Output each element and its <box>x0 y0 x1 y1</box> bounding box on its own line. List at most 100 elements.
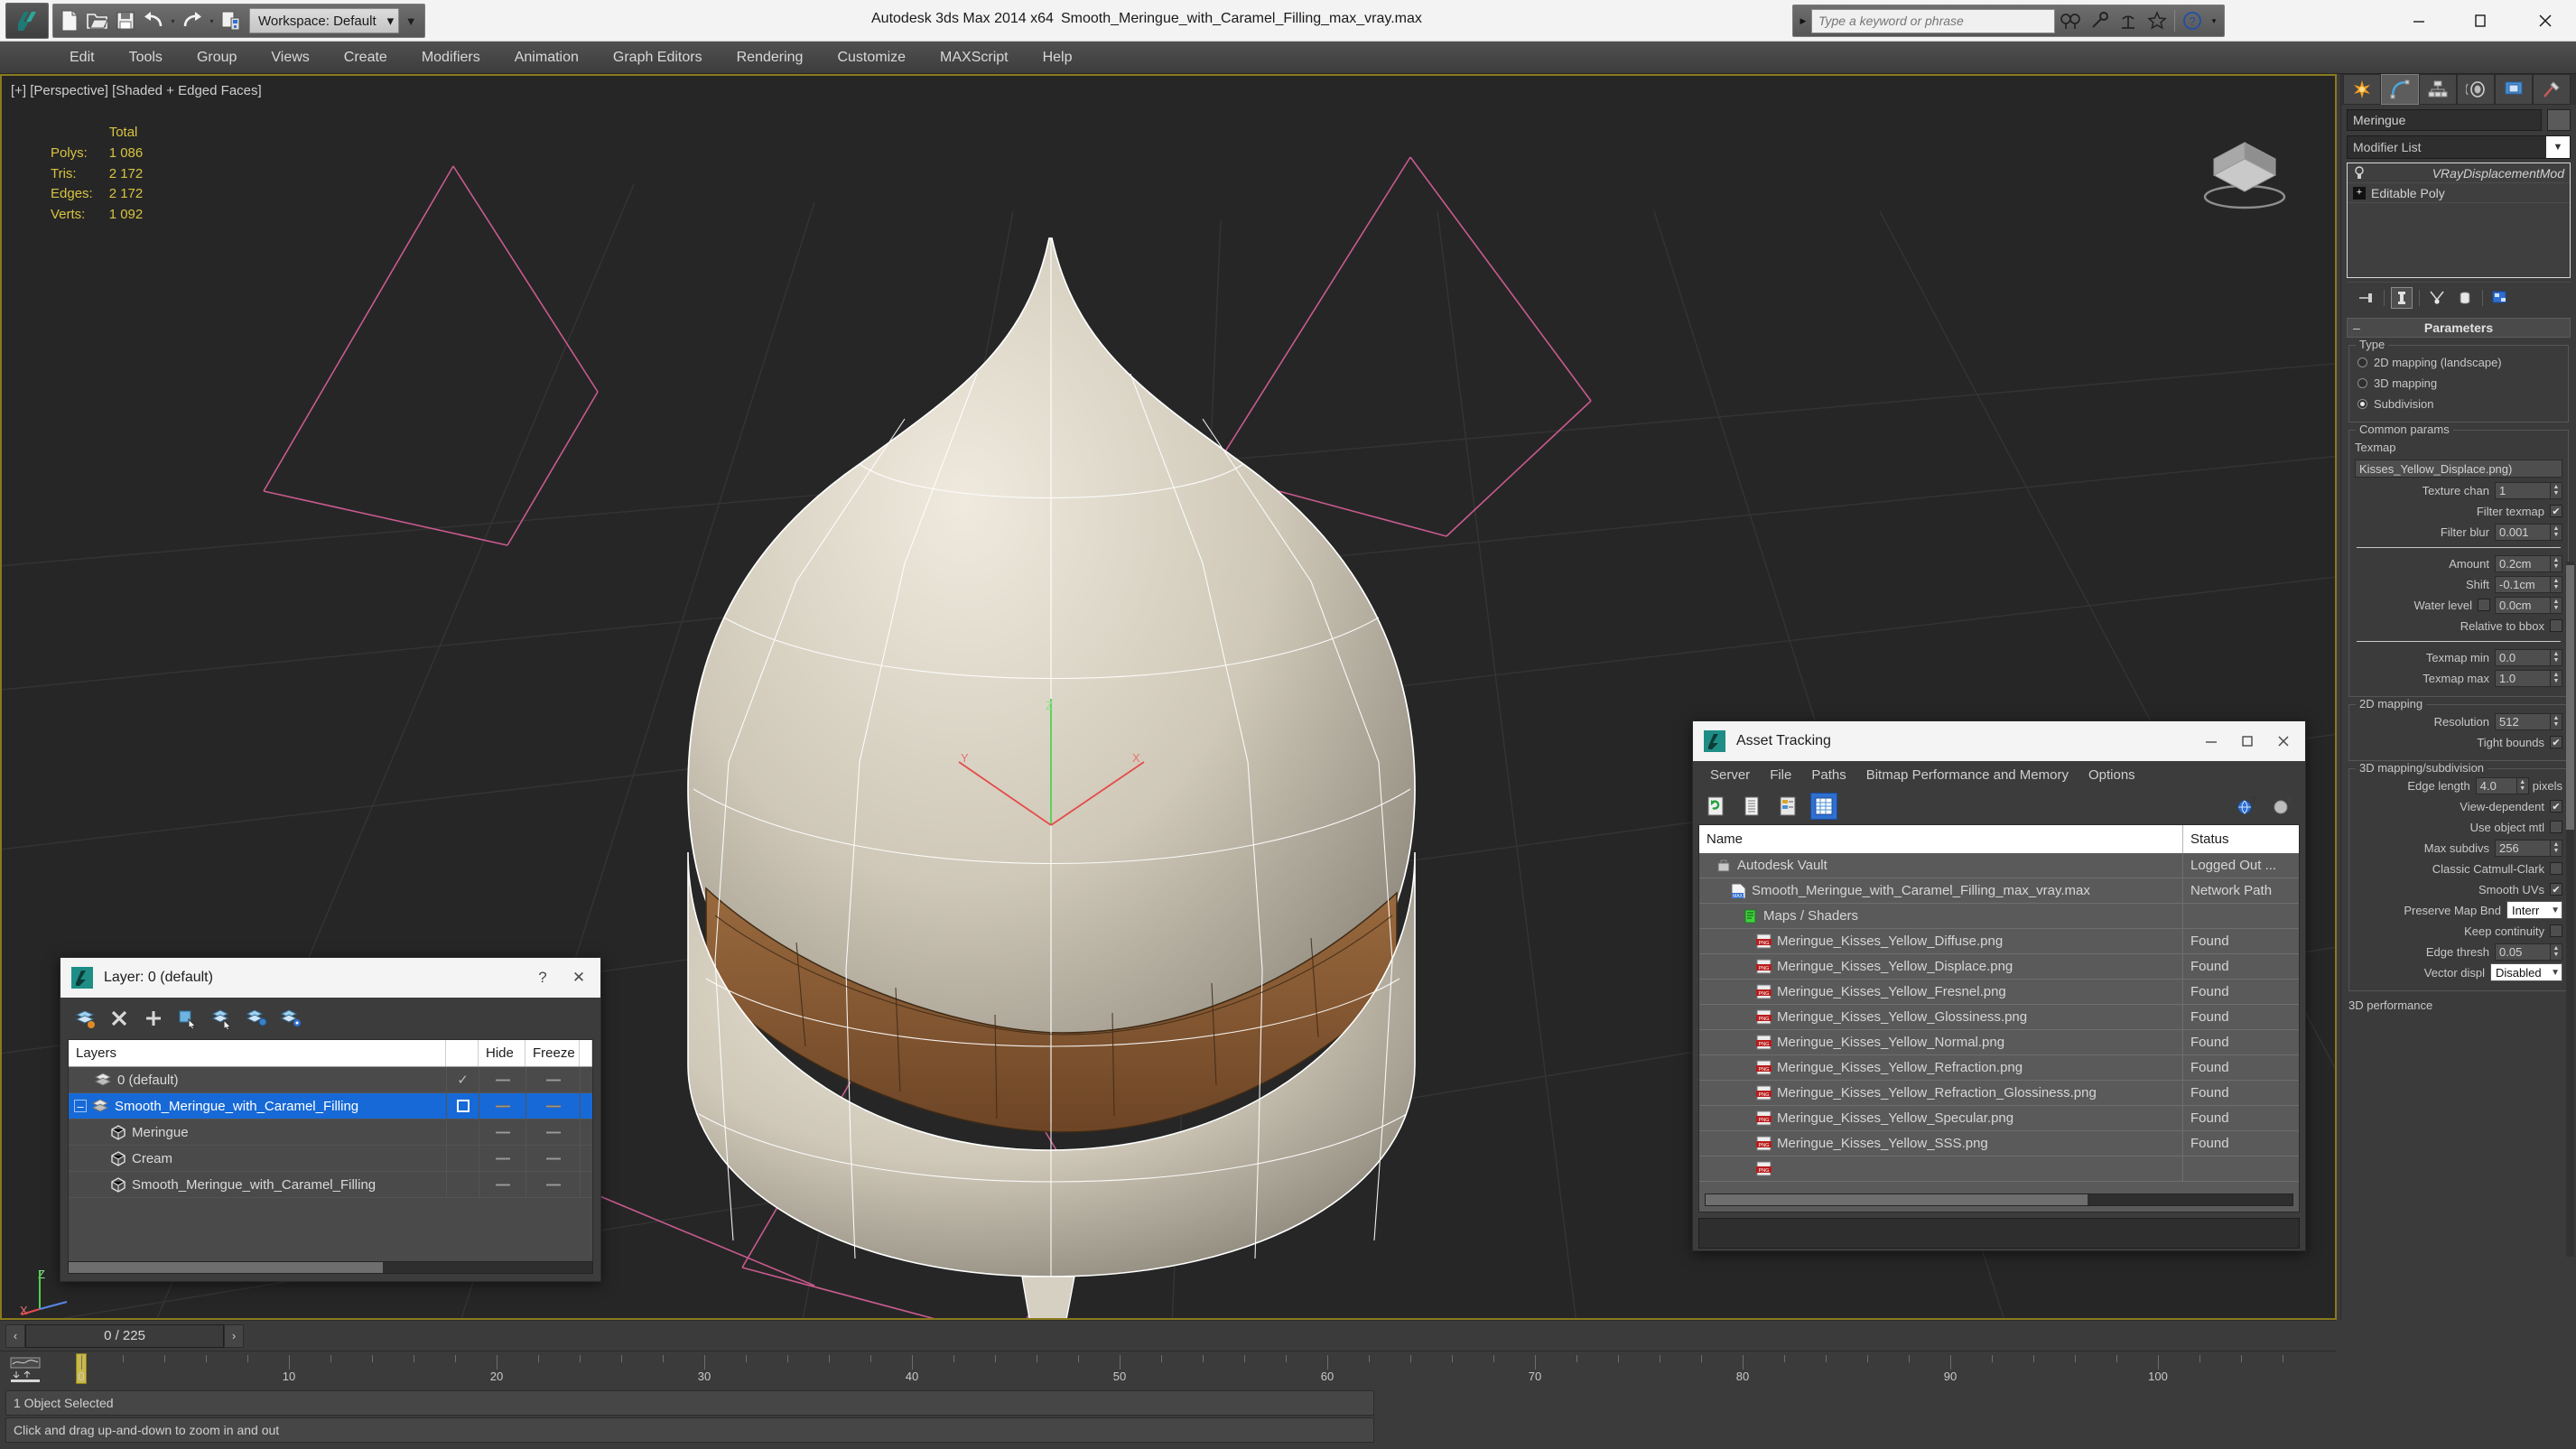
view-cube[interactable] <box>2192 119 2297 224</box>
asset-row[interactable]: Maps / Shaders <box>1699 904 2299 929</box>
menu-item-edit[interactable]: Edit <box>52 42 112 74</box>
parameters-rollout-header[interactable]: – Parameters <box>2347 318 2571 338</box>
layer-freeze-cell[interactable] <box>525 1093 580 1119</box>
edge-length-spinner[interactable]: ▲▼ <box>2475 776 2529 794</box>
help-globe-icon[interactable]: ? <box>2233 793 2260 820</box>
relative-bbox-checkbox[interactable] <box>2550 619 2562 632</box>
resolution-spinner[interactable]: ▲▼ <box>2495 712 2562 730</box>
at-menu-paths[interactable]: Paths <box>1801 767 1855 783</box>
vector-displ-combo[interactable]: Disabled ▼ <box>2490 963 2562 981</box>
object-color-swatch[interactable] <box>2547 109 2571 131</box>
asset-list[interactable]: Name Status Autodesk Vault Logged Out ..… <box>1698 824 2300 1212</box>
asset-row[interactable]: PNG Meringue_Kisses_Yellow_Fresnel.png F… <box>1699 980 2299 1005</box>
edge-thresh-spinner[interactable]: ▲▼ <box>2495 943 2562 961</box>
asset-row[interactable]: PNG Meringue_Kisses_Yellow_Glossiness.pn… <box>1699 1005 2299 1030</box>
open-mini-curve-editor-icon[interactable] <box>5 1356 45 1383</box>
filter-blur-input[interactable] <box>2495 523 2551 541</box>
configure-modifier-sets-icon[interactable] <box>2489 287 2511 309</box>
tab-utilities[interactable] <box>2533 74 2571 105</box>
menu-item-group[interactable]: Group <box>180 42 254 74</box>
layer-hide-cell[interactable] <box>479 1146 525 1171</box>
tab-modify[interactable] <box>2381 74 2419 105</box>
keep-continuity-checkbox[interactable] <box>2550 924 2562 937</box>
layer-current-cell[interactable] <box>446 1093 479 1119</box>
menu-item-animation[interactable]: Animation <box>498 42 596 74</box>
water-level-checkbox[interactable] <box>2478 599 2490 611</box>
max-subdivs-spinner[interactable]: ▲▼ <box>2495 839 2562 857</box>
minimize-button[interactable] <box>2391 0 2447 42</box>
menu-item-tools[interactable]: Tools <box>112 42 180 74</box>
menu-item-customize[interactable]: Customize <box>820 42 923 74</box>
amount-spinner[interactable]: ▲▼ <box>2495 554 2562 572</box>
menu-item-modifiers[interactable]: Modifiers <box>405 42 498 74</box>
layer-current-cell[interactable] <box>446 1172 479 1197</box>
layer-row[interactable]: Smooth_Meringue_with_Caramel_Filling <box>69 1172 592 1198</box>
texmap-field-row[interactable]: Kisses_Yellow_Displace.png) <box>2355 459 2562 478</box>
workspace-selector[interactable]: Workspace: Default ▾ <box>249 8 400 33</box>
new-file-icon[interactable] <box>56 6 83 35</box>
layer-row[interactable]: Meringue <box>69 1119 592 1146</box>
at-menu-server[interactable]: Server <box>1700 767 1760 783</box>
spinner-arrows-icon[interactable]: ▲ ▼ <box>2551 554 2562 572</box>
asset-row[interactable]: PNG Meringue_Kisses_Yellow_Specular.png … <box>1699 1106 2299 1131</box>
preserve-map-combo[interactable]: Interr ▼ <box>2506 901 2562 919</box>
lightbulb-icon[interactable] <box>2353 165 2366 181</box>
tab-create[interactable] <box>2343 74 2381 105</box>
create-new-layer-icon[interactable] <box>73 1007 97 1030</box>
texmap-max-spinner[interactable]: ▲▼ <box>2495 669 2562 687</box>
asset-row[interactable]: Autodesk Vault Logged Out ... <box>1699 853 2299 878</box>
spinner-arrows-icon[interactable]: ▲ ▼ <box>2551 712 2562 730</box>
modifier-stack-item-vraydisplacement[interactable]: VRayDisplacementMod <box>2348 163 2570 183</box>
expand-toggle-icon[interactable]: + <box>2353 186 2366 200</box>
layer-row[interactable]: Cream <box>69 1146 592 1172</box>
spinner-arrows-icon[interactable]: ▲ ▼ <box>2551 648 2562 666</box>
filter-texmap-checkbox[interactable]: ✔ <box>2550 505 2562 517</box>
modifier-stack[interactable]: VRayDisplacementMod + Editable Poly <box>2347 163 2571 278</box>
highlight-selected-objects-layer-icon[interactable] <box>245 1007 268 1030</box>
asset-tracking-dialog[interactable]: Asset Tracking Server File Paths Bitmap … <box>1692 720 2306 1251</box>
layer-current-cell[interactable] <box>446 1146 479 1171</box>
at-menu-bitmap-performance[interactable]: Bitmap Performance and Memory <box>1856 767 2078 783</box>
layer-freeze-cell[interactable] <box>525 1067 580 1092</box>
asset-column-name[interactable]: Name <box>1699 825 2183 853</box>
asset-row[interactable]: PNG Meringue_Kisses_Yellow_Normal.png Fo… <box>1699 1030 2299 1055</box>
asset-horizontal-scrollbar[interactable] <box>1705 1194 2293 1206</box>
edge-length-input[interactable] <box>2475 776 2517 794</box>
tight-bounds-checkbox[interactable]: ✔ <box>2550 736 2562 748</box>
radio-3d-mapping[interactable]: 3D mapping <box>2355 374 2562 392</box>
edge-thresh-input[interactable] <box>2495 943 2551 961</box>
layer-hide-cell[interactable] <box>479 1093 525 1119</box>
asset-row[interactable]: PNG Meringue_Kisses_Yellow_Refraction.pn… <box>1699 1055 2299 1081</box>
water-level-input[interactable] <box>2495 596 2551 614</box>
favorites-star-icon[interactable] <box>2144 7 2171 34</box>
layer-dialog-help-button[interactable]: ? <box>525 958 561 998</box>
open-file-icon[interactable] <box>84 6 111 35</box>
menu-item-rendering[interactable]: Rendering <box>720 42 821 74</box>
tab-display[interactable] <box>2495 74 2533 105</box>
previous-frame-button[interactable]: ‹ <box>5 1324 25 1348</box>
spinner-arrows-icon[interactable]: ▲ ▼ <box>2551 523 2562 541</box>
layer-row[interactable]: 0 (default) ✓ <box>69 1067 592 1093</box>
save-file-icon[interactable] <box>112 6 139 35</box>
spinner-arrows-icon[interactable]: ▲ ▼ <box>2551 481 2562 499</box>
current-frame-display[interactable]: 0 / 225 <box>25 1324 224 1348</box>
close-button[interactable] <box>2517 0 2573 42</box>
make-unique-icon[interactable] <box>2426 287 2448 309</box>
at-menu-file[interactable]: File <box>1760 767 1801 783</box>
asset-column-status[interactable]: Status <box>2183 825 2299 853</box>
remove-modifier-icon[interactable] <box>2454 287 2476 309</box>
asset-tracking-maximize-button[interactable] <box>2229 721 2265 761</box>
asset-tracking-minimize-button[interactable] <box>2193 721 2229 761</box>
dependency-view-icon[interactable] <box>1774 793 1801 820</box>
next-frame-button[interactable]: › <box>224 1324 244 1348</box>
menu-item-views[interactable]: Views <box>254 42 326 74</box>
menu-item-maxscript[interactable]: MAXScript <box>923 42 1026 74</box>
search-input[interactable] <box>1811 8 2055 33</box>
spinner-arrows-icon[interactable]: ▲ ▼ <box>2551 669 2562 687</box>
viewport-label[interactable]: [+] [Perspective] [Shaded + Edged Faces] <box>11 83 262 98</box>
layer-hide-cell[interactable] <box>479 1172 525 1197</box>
at-menu-options[interactable]: Options <box>2078 767 2145 783</box>
show-end-result-icon[interactable] <box>2391 286 2413 309</box>
application-menu-button[interactable] <box>5 3 49 39</box>
layer-hide-cell[interactable] <box>479 1119 525 1145</box>
